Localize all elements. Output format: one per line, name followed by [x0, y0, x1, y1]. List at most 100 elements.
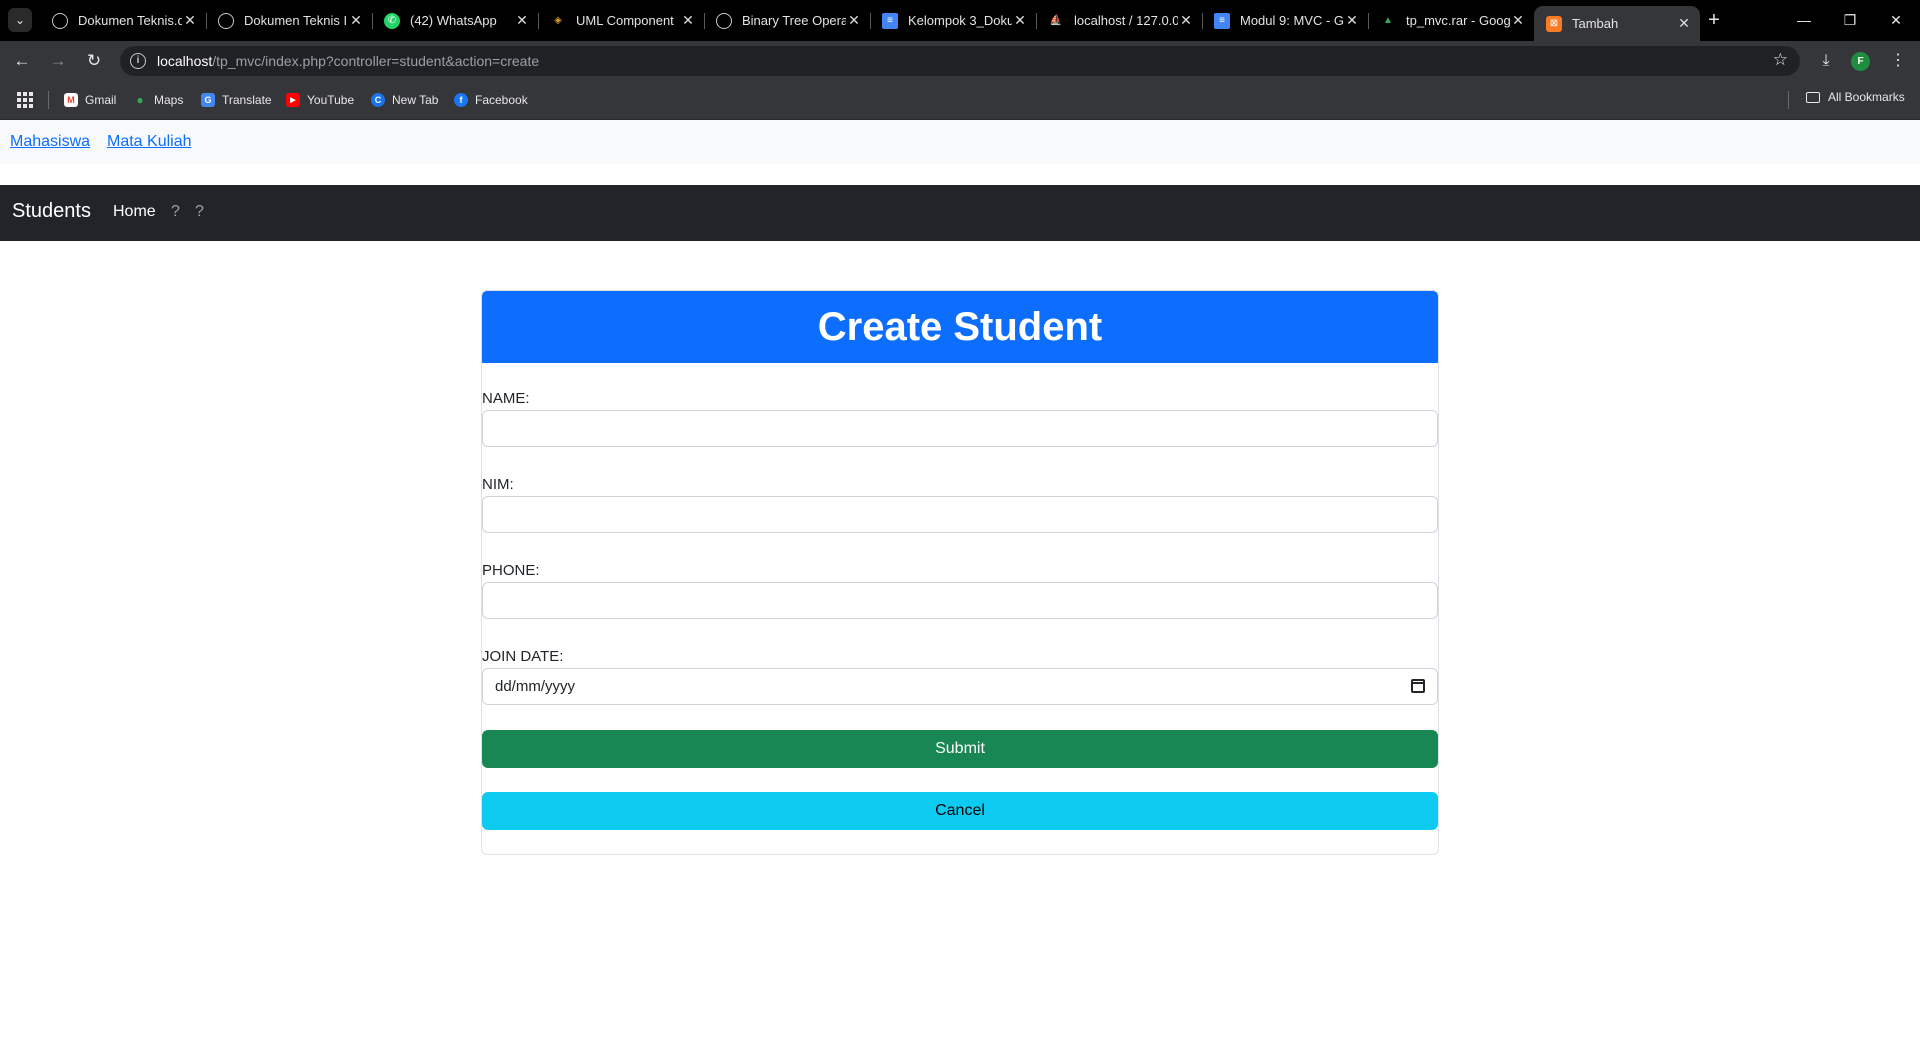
reload-icon[interactable]: ↻ [82, 49, 106, 73]
site-info-icon[interactable]: i [130, 53, 146, 69]
close-icon[interactable]: ✕ [348, 12, 364, 29]
close-icon[interactable]: ✕ [1178, 12, 1194, 29]
bookmark-new-tab[interactable]: C New Tab [371, 90, 438, 110]
globe-icon [218, 12, 234, 29]
tab-search-chevron-icon[interactable]: ⌄ [8, 8, 32, 32]
tab-4[interactable]: ◈ UML Component ✕ [538, 5, 704, 36]
bookmark-star-icon[interactable]: ☆ [1773, 50, 1788, 70]
navbar: Students Home ? ? [0, 185, 1920, 241]
tab-9[interactable]: ▲ tp_mvc.rar - Goog ✕ [1368, 5, 1534, 36]
browser-toolbar: ← → ↻ i localhost/tp_mvc/index.php?contr… [0, 41, 1920, 81]
bookmark-maps[interactable]: ● Maps [133, 90, 183, 110]
calendar-icon[interactable] [1411, 679, 1425, 693]
new-tab-icon: C [371, 93, 385, 107]
bookmarks-bar: M Gmail ● Maps G Translate ▶ YouTube C N… [0, 81, 1920, 120]
tab-title: Dokumen Teknis I [244, 13, 348, 28]
url-path: /tp_mvc/index.php?controller=student&act… [212, 53, 540, 69]
name-label: NAME: [482, 390, 530, 407]
window-close-icon[interactable]: ✕ [1876, 8, 1916, 32]
create-student-card: Create Student NAME: NIM: PHONE: JOIN DA… [481, 290, 1439, 855]
back-arrow-icon[interactable]: ← [10, 49, 34, 73]
minimize-icon[interactable]: — [1784, 8, 1824, 32]
tab-8[interactable]: ≡ Modul 9: MVC - G ✕ [1202, 5, 1368, 36]
bookmark-label: Gmail [85, 93, 117, 107]
close-icon[interactable]: ✕ [846, 12, 862, 29]
all-bookmarks-label: All Bookmarks [1828, 90, 1905, 104]
nav-link-unknown-2[interactable]: ? [195, 203, 204, 221]
navbar-brand[interactable]: Students [12, 200, 91, 223]
name-input[interactable] [482, 410, 1438, 447]
apps-grid-icon[interactable] [17, 92, 33, 108]
google-docs-icon: ≡ [882, 12, 898, 29]
tab-title: UML Component [576, 13, 674, 28]
close-icon[interactable]: ✕ [182, 12, 198, 29]
tab-10-active[interactable]: ⊠ Tambah ✕ [1534, 6, 1700, 41]
tab-title: (42) WhatsApp [410, 13, 497, 28]
download-icon[interactable]: ⤓ [1814, 49, 1838, 73]
close-icon[interactable]: ✕ [680, 12, 696, 29]
join-date-input[interactable]: dd/mm/yyyy [482, 668, 1438, 705]
top-links-bar: Mahasiswa Mata Kuliah [0, 120, 1920, 164]
profile-avatar[interactable]: F [1851, 52, 1870, 71]
whatsapp-icon: ✆ [384, 12, 400, 29]
folder-icon [1806, 91, 1820, 103]
bookmark-gmail[interactable]: M Gmail [64, 90, 116, 110]
tab-5[interactable]: Binary Tree Opera ✕ [704, 5, 870, 36]
submit-button[interactable]: Submit [482, 730, 1438, 768]
bookmarks-divider [1788, 91, 1789, 109]
close-icon[interactable]: ✕ [1676, 15, 1692, 32]
globe-icon [52, 12, 68, 29]
bookmark-label: Maps [154, 93, 184, 107]
google-drive-icon: ▲ [1383, 15, 1393, 26]
tab-title: localhost / 127.0.0 [1074, 13, 1178, 28]
web-page: Mahasiswa Mata Kuliah Students Home ? ? … [0, 120, 1920, 1040]
tab-2[interactable]: Dokumen Teknis I ✕ [206, 5, 372, 36]
tab-1[interactable]: Dokumen Teknis.d ✕ [40, 5, 206, 36]
close-icon[interactable]: ✕ [514, 12, 530, 29]
link-mahasiswa[interactable]: Mahasiswa [10, 133, 90, 151]
gmail-icon: M [64, 93, 78, 107]
translate-icon: G [201, 93, 215, 107]
bookmark-translate[interactable]: G Translate [201, 90, 272, 110]
url-text[interactable]: localhost/tp_mvc/index.php?controller=st… [157, 53, 539, 69]
bookmarks-divider [48, 91, 49, 109]
nim-input[interactable] [482, 496, 1438, 533]
tab-title: Kelompok 3_Doku [908, 13, 1012, 28]
bookmark-label: YouTube [307, 93, 355, 107]
join-date-label: JOIN DATE: [482, 648, 564, 665]
close-icon[interactable]: ✕ [1012, 12, 1028, 29]
nav-link-home[interactable]: Home [113, 203, 156, 221]
close-icon[interactable]: ✕ [1344, 12, 1360, 29]
cancel-button[interactable]: Cancel [482, 792, 1438, 830]
tab-title: Modul 9: MVC - G [1240, 13, 1344, 28]
tab-strip: ⌄ Dokumen Teknis.d ✕ Dokumen Teknis I ✕ … [0, 0, 1920, 41]
bookmark-label: Facebook [475, 93, 528, 107]
bookmark-label: Translate [222, 93, 272, 107]
address-bar[interactable]: i localhost/tp_mvc/index.php?controller=… [120, 46, 1800, 76]
nav-link-unknown-1[interactable]: ? [171, 203, 180, 221]
facebook-icon: f [454, 93, 468, 107]
restore-icon[interactable]: ❐ [1830, 8, 1870, 32]
form-title: Create Student [482, 291, 1438, 363]
plantuml-icon: ◈ [554, 15, 562, 26]
google-docs-icon: ≡ [1214, 12, 1230, 29]
tab-title: Tambah [1572, 16, 1619, 31]
youtube-icon: ▶ [286, 93, 300, 107]
nim-label: NIM: [482, 476, 514, 493]
new-tab-plus-icon[interactable]: + [1702, 9, 1726, 33]
more-menu-icon[interactable]: ⋮ [1886, 49, 1910, 73]
phone-input[interactable] [482, 582, 1438, 619]
url-host: localhost [157, 53, 213, 69]
bookmark-youtube[interactable]: ▶ YouTube [286, 90, 354, 110]
tab-title: Dokumen Teknis.d [78, 13, 182, 28]
close-icon[interactable]: ✕ [1510, 12, 1526, 29]
tab-3[interactable]: ✆ (42) WhatsApp ✕ [372, 5, 538, 36]
bookmark-facebook[interactable]: f Facebook [454, 90, 528, 110]
xampp-icon: ⊠ [1546, 15, 1562, 32]
link-mata-kuliah[interactable]: Mata Kuliah [107, 133, 192, 151]
tab-6[interactable]: ≡ Kelompok 3_Doku ✕ [870, 5, 1036, 36]
tab-7[interactable]: ⛵ localhost / 127.0.0 ✕ [1036, 5, 1202, 36]
github-icon [716, 12, 732, 29]
all-bookmarks-button[interactable]: All Bookmarks [1806, 90, 1905, 104]
forward-arrow-icon[interactable]: → [46, 49, 70, 73]
